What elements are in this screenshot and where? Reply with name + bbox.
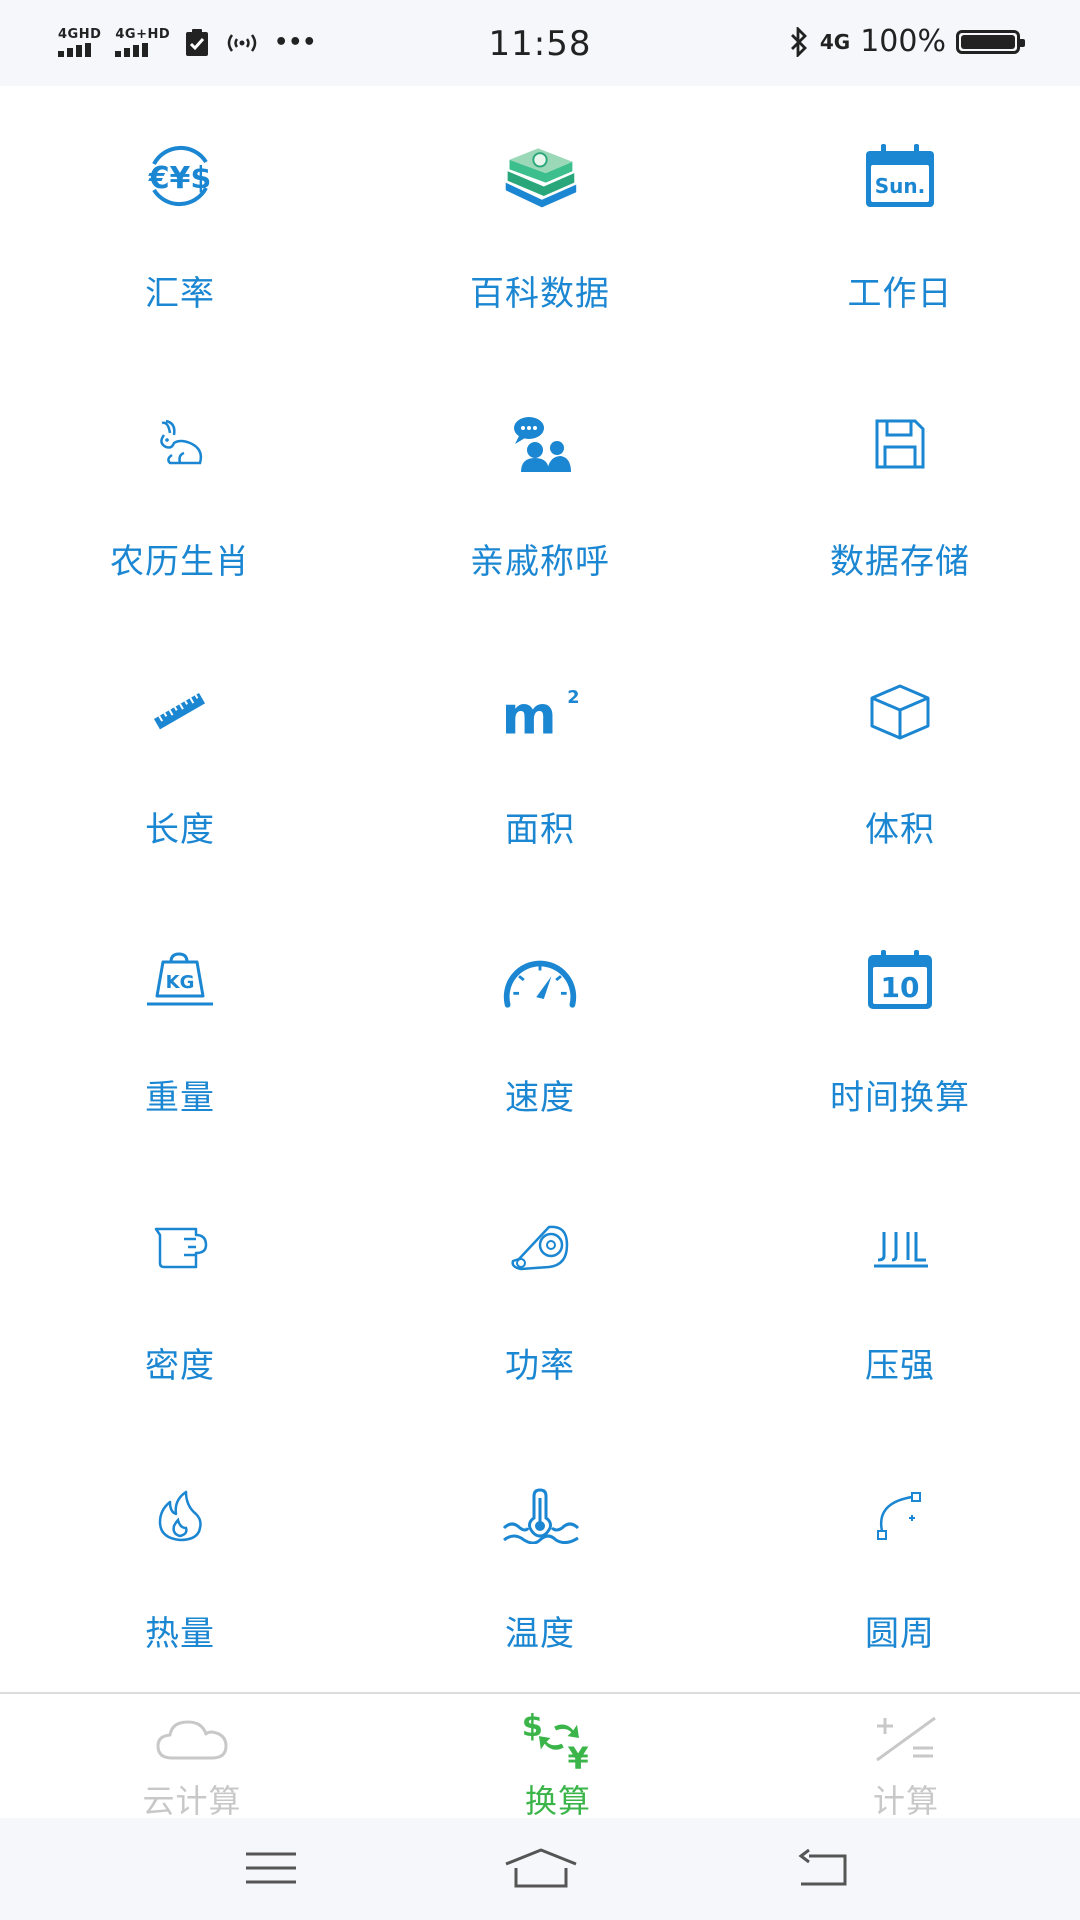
tile-label: 亲戚称呼 (470, 542, 610, 582)
tile-label: 长度 (145, 810, 215, 850)
tile-label: 速度 (505, 1078, 575, 1118)
tile-label: 面积 (505, 810, 575, 850)
pressure-icon (874, 1232, 928, 1268)
svg-text:Sun.: Sun. (875, 174, 925, 198)
tile-time-conversion[interactable]: 10 时间换算 (720, 890, 1080, 1158)
calendar-sun-icon: Sun. (866, 144, 934, 207)
menu-icon (246, 1852, 296, 1884)
tile-label: 时间换算 (830, 1078, 970, 1118)
dollar-yen-exchange-icon: $ ¥ (522, 1709, 589, 1772)
tab-calculator[interactable]: 计算 (726, 1694, 1080, 1820)
tile-pressure[interactable]: 压强 (720, 1158, 1080, 1426)
back-icon (798, 1848, 847, 1886)
calendar-10-icon: 10 (868, 950, 932, 1009)
back-button[interactable] (778, 1838, 868, 1898)
tile-volume[interactable]: 体积 (720, 622, 1080, 890)
square-meter-icon: m 2 (502, 686, 580, 747)
bottom-tab-bar: 云计算 $ ¥ 换算 计算 (0, 1692, 1080, 1820)
converter-grid: €¥$ 汇率 百科数据 Sun. 工作日 农历生肖 亲戚称呼 数据存储 长度 m… (0, 86, 1080, 1692)
tile-label: 农历生肖 (110, 542, 250, 582)
measuring-cup-icon (154, 1227, 208, 1269)
plus-minus-equals-icon (876, 1716, 936, 1762)
tile-label: 数据存储 (830, 542, 970, 582)
menu-button[interactable] (226, 1838, 316, 1898)
tab-conversion[interactable]: $ ¥ 换算 (378, 1694, 738, 1820)
svg-text:€¥$: €¥$ (148, 161, 212, 196)
tile-exchange-rate[interactable]: €¥$ 汇率 (0, 86, 360, 354)
tile-weight[interactable]: KG 重量 (0, 890, 360, 1158)
tile-label: 圆周 (865, 1614, 935, 1654)
tile-power[interactable]: 功率 (360, 1158, 720, 1426)
belt-pulley-icon (511, 1225, 569, 1271)
tile-density[interactable]: 密度 (0, 1158, 360, 1426)
status-bar: 4GHD 4G+HD ••• 11:58 4G 100% (0, 0, 1080, 86)
tile-label: 温度 (505, 1614, 575, 1654)
cube-icon (870, 684, 930, 740)
tile-label: 体积 (865, 810, 935, 850)
tile-length[interactable]: 长度 (0, 622, 360, 890)
tile-circumference[interactable]: 圆周 (720, 1426, 1080, 1694)
cloud-icon (156, 1720, 228, 1760)
tile-relatives[interactable]: 亲戚称呼 (360, 354, 720, 622)
tile-label: 热量 (145, 1614, 215, 1654)
svg-text:2: 2 (567, 688, 579, 708)
tile-label: 压强 (865, 1346, 935, 1386)
network-type: 4G (819, 29, 851, 54)
tile-heat[interactable]: 热量 (0, 1426, 360, 1694)
svg-text:¥: ¥ (568, 1742, 589, 1772)
battery-percent: 100% (860, 24, 946, 59)
bluetooth-icon (790, 26, 807, 57)
tile-encyclopedia[interactable]: 百科数据 (360, 86, 720, 354)
family-chat-icon (514, 417, 571, 472)
flame-icon (158, 1490, 202, 1542)
system-nav-bar (0, 1818, 1080, 1920)
tile-area[interactable]: m 2 面积 (360, 622, 720, 890)
thermometer-icon (502, 1488, 580, 1544)
tile-workday[interactable]: Sun. 工作日 (720, 86, 1080, 354)
tile-label: 工作日 (847, 274, 953, 314)
tab-label: 换算 (524, 1782, 591, 1820)
battery-icon (956, 29, 1025, 54)
tab-label: 计算 (872, 1782, 939, 1820)
rabbit-icon (160, 419, 203, 465)
tile-label: 密度 (145, 1346, 215, 1386)
tile-temperature[interactable]: 温度 (360, 1426, 720, 1694)
tab-label: 云计算 (142, 1782, 242, 1820)
tile-label: 百科数据 (470, 274, 610, 314)
ruler-icon (153, 692, 206, 730)
status-right: 4G 100% (788, 24, 1025, 59)
svg-text:KG: KG (166, 972, 195, 993)
speedometer-icon (503, 960, 577, 1008)
svg-text:m: m (502, 686, 557, 747)
tile-lunar-zodiac[interactable]: 农历生肖 (0, 354, 360, 622)
home-icon (505, 1848, 577, 1888)
tab-cloud-compute[interactable]: 云计算 (12, 1694, 372, 1820)
floppy-disk-icon (875, 419, 925, 469)
books-icon (505, 148, 577, 208)
circle-arc-icon (877, 1492, 921, 1540)
tile-label: 功率 (505, 1346, 575, 1386)
tile-speed[interactable]: 速度 (360, 890, 720, 1158)
tile-data-storage[interactable]: 数据存储 (720, 354, 1080, 622)
tile-label: 汇率 (145, 274, 215, 314)
tile-label: 重量 (145, 1078, 215, 1118)
home-button[interactable] (496, 1838, 586, 1898)
currency-exchange-icon: €¥$ (148, 145, 212, 207)
weight-kg-icon: KG (147, 952, 213, 1006)
svg-text:10: 10 (881, 971, 920, 1004)
